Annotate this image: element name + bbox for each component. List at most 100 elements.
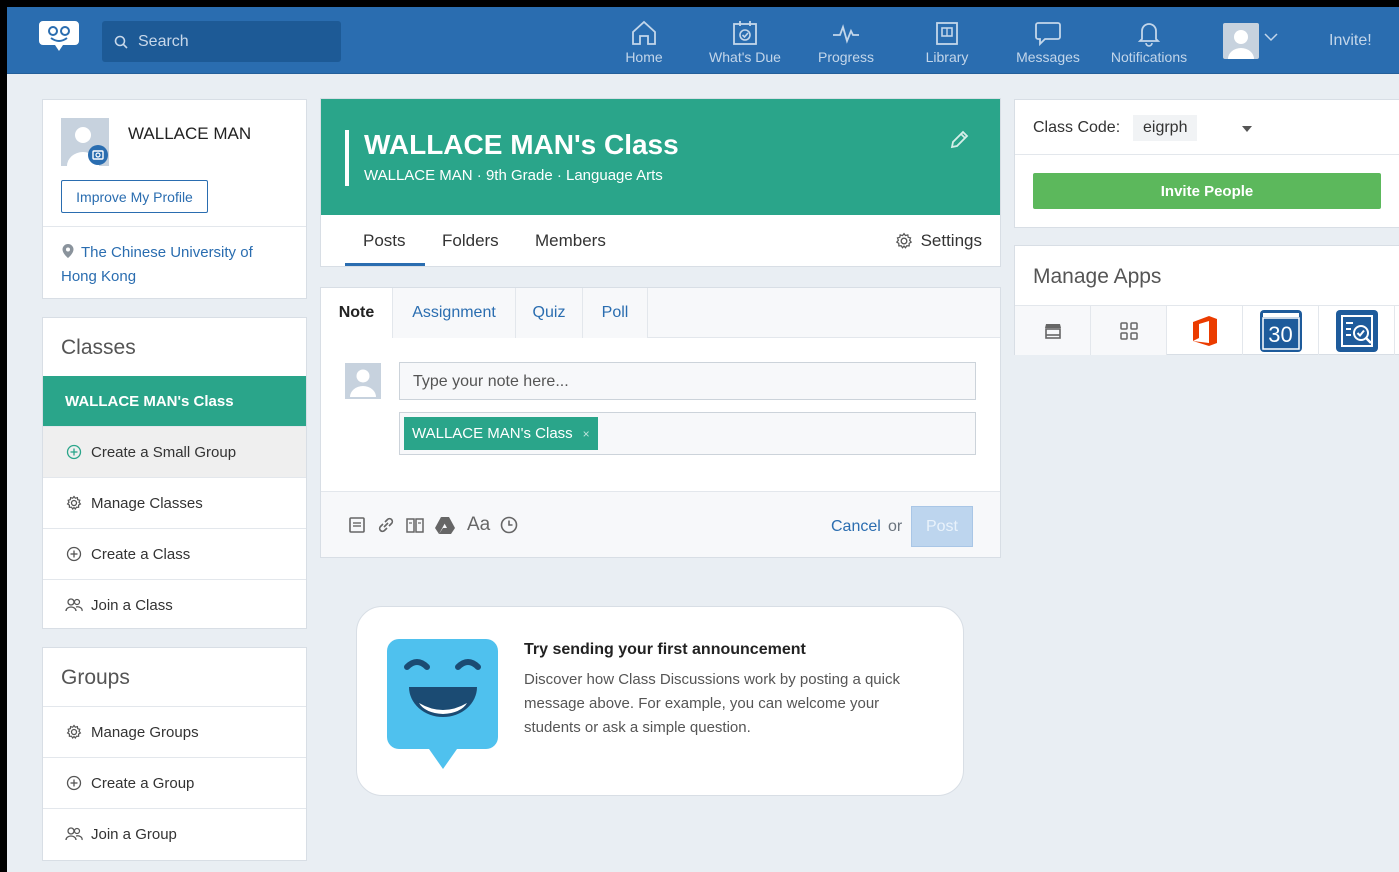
class-banner: WALLACE MAN's Class WALLACE MAN · 9th Gr… (321, 99, 1000, 215)
join-group-link[interactable]: Join a Group (43, 808, 306, 859)
note-input[interactable]: Type your note here... (399, 362, 976, 400)
edmodo-mascot-icon (387, 639, 498, 769)
post-button[interactable]: Post (911, 506, 973, 547)
home-icon (632, 20, 656, 45)
class-subtitle: WALLACE MAN · 9th Grade · Language Arts (364, 167, 663, 184)
all-apps-button[interactable] (1091, 306, 1167, 355)
first-announcement-tip: Try sending your first announcement Disc… (356, 606, 964, 796)
class-code-value: eigrph (1133, 115, 1198, 141)
gear-icon (66, 724, 82, 739)
tab-posts[interactable]: Posts (363, 231, 406, 251)
top-nav-bar: Search Home What's Due Progress Library … (7, 7, 1399, 74)
composer-footer: Aa Cancel or Post (321, 491, 1000, 557)
manage-classes-link[interactable]: Manage Classes (43, 477, 306, 528)
invite-people-button[interactable]: Invite People (1033, 173, 1381, 209)
groups-card: Groups Manage Groups Create a Group Join… (42, 647, 307, 861)
create-group-label: Create a Group (91, 774, 195, 792)
tab-assignment[interactable]: Assignment (393, 288, 516, 338)
manage-groups-link[interactable]: Manage Groups (43, 706, 306, 757)
quiz-app-icon (1335, 309, 1378, 352)
nav-library-label: Library (925, 49, 969, 65)
recipient-tag[interactable]: WALLACE MAN's Class × (404, 417, 598, 450)
caret-down-icon[interactable] (1241, 125, 1253, 133)
pulse-icon (833, 24, 859, 44)
profile-school[interactable]: The Chinese University of Hong Kong (43, 226, 306, 303)
tab-members[interactable]: Members (535, 231, 606, 251)
clock-icon[interactable] (499, 515, 519, 535)
tab-folders[interactable]: Folders (442, 231, 499, 251)
composer-tools: Aa (347, 514, 519, 536)
search-placeholder: Search (138, 32, 189, 50)
join-class-link[interactable]: Join a Class (43, 579, 306, 630)
nav-home-label: Home (625, 49, 663, 65)
recipient-input[interactable]: WALLACE MAN's Class × (399, 412, 976, 455)
invite-link[interactable]: Invite! (1329, 32, 1372, 50)
profile-card: WALLACE MAN Improve My Profile The Chine… (42, 99, 307, 299)
search-input[interactable]: Search (102, 21, 341, 62)
class-title: WALLACE MAN's Class (364, 129, 679, 160)
class-code-card: Class Code: eigrph Invite People (1014, 99, 1399, 228)
tab-note[interactable]: Note (321, 288, 393, 338)
bell-icon (1137, 23, 1161, 47)
google-drive-icon[interactable] (434, 515, 456, 535)
plus-circle-icon (66, 775, 82, 791)
create-class-link[interactable]: Create a Class (43, 528, 306, 579)
profile-name: WALLACE MAN (128, 124, 252, 143)
nav-library[interactable]: Library (902, 19, 992, 65)
plus-circle-icon (66, 546, 82, 562)
app-window: Search Home What's Due Progress Library … (7, 7, 1399, 872)
post-type-tabs: Note Assignment Quiz Poll (321, 288, 1000, 338)
post-composer: Note Assignment Quiz Poll Type your note… (320, 287, 1001, 558)
improve-profile-button[interactable]: Improve My Profile (61, 180, 208, 213)
nav-home[interactable]: Home (599, 19, 689, 65)
nav-whats-due-label: What's Due (709, 49, 781, 65)
create-class-label: Create a Class (91, 545, 191, 563)
quiz-app-button[interactable] (1319, 306, 1395, 355)
divider (1015, 154, 1399, 155)
cancel-link[interactable]: Cancel (831, 518, 881, 536)
calendar-app-button[interactable]: 30 (1243, 306, 1319, 355)
nav-progress-label: Progress (817, 49, 875, 65)
manage-apps-heading: Manage Apps (1033, 265, 1162, 288)
remove-tag-icon[interactable]: × (583, 427, 590, 441)
calendar-app-number: 30 (1268, 321, 1293, 347)
chevron-down-icon[interactable] (1263, 31, 1279, 43)
search-icon (114, 35, 128, 49)
announcement-title: Try sending your first announcement (524, 641, 806, 658)
class-code-label: Class Code: (1033, 119, 1121, 136)
file-icon[interactable] (347, 515, 367, 535)
settings-label: Settings (920, 231, 982, 250)
calendar-check-icon (733, 21, 757, 45)
or-text: or (888, 518, 903, 535)
office-icon (1192, 315, 1217, 346)
manage-groups-label: Manage Groups (91, 723, 199, 741)
tab-quiz[interactable]: Quiz (516, 288, 583, 338)
pencil-edit-icon[interactable] (948, 129, 970, 151)
class-item-active[interactable]: WALLACE MAN's Class (43, 376, 306, 426)
gear-icon (66, 495, 82, 510)
nav-whats-due[interactable]: What's Due (700, 19, 790, 65)
tab-poll[interactable]: Poll (583, 288, 648, 338)
nav-messages[interactable]: Messages (1003, 19, 1093, 65)
font-format-icon[interactable]: Aa (467, 514, 490, 536)
composer-avatar (345, 363, 381, 399)
apps-row: 30 (1015, 305, 1399, 355)
profile-avatar[interactable] (61, 118, 109, 166)
manage-apps-card: Manage Apps 30 (1014, 245, 1399, 355)
class-settings-button[interactable]: Settings (895, 231, 982, 251)
nav-notifications[interactable]: Notifications (1104, 19, 1194, 65)
people-icon (65, 598, 83, 612)
edmodo-logo-icon[interactable] (39, 19, 79, 51)
link-icon[interactable] (376, 515, 396, 535)
join-group-label: Join a Group (91, 825, 177, 843)
chat-bubble-icon (1035, 22, 1061, 47)
nav-progress[interactable]: Progress (801, 19, 891, 65)
create-group-link[interactable]: Create a Group (43, 757, 306, 808)
announcement-body: Discover how Class Discussions work by p… (524, 671, 900, 736)
app-store-button[interactable] (1015, 306, 1091, 355)
create-small-group-link[interactable]: Create a Small Group (43, 426, 306, 477)
classes-card: Classes WALLACE MAN's Class Create a Sma… (42, 317, 307, 629)
user-avatar[interactable] (1223, 23, 1259, 59)
office-app-button[interactable] (1167, 306, 1243, 355)
library-book-icon[interactable] (405, 515, 425, 535)
